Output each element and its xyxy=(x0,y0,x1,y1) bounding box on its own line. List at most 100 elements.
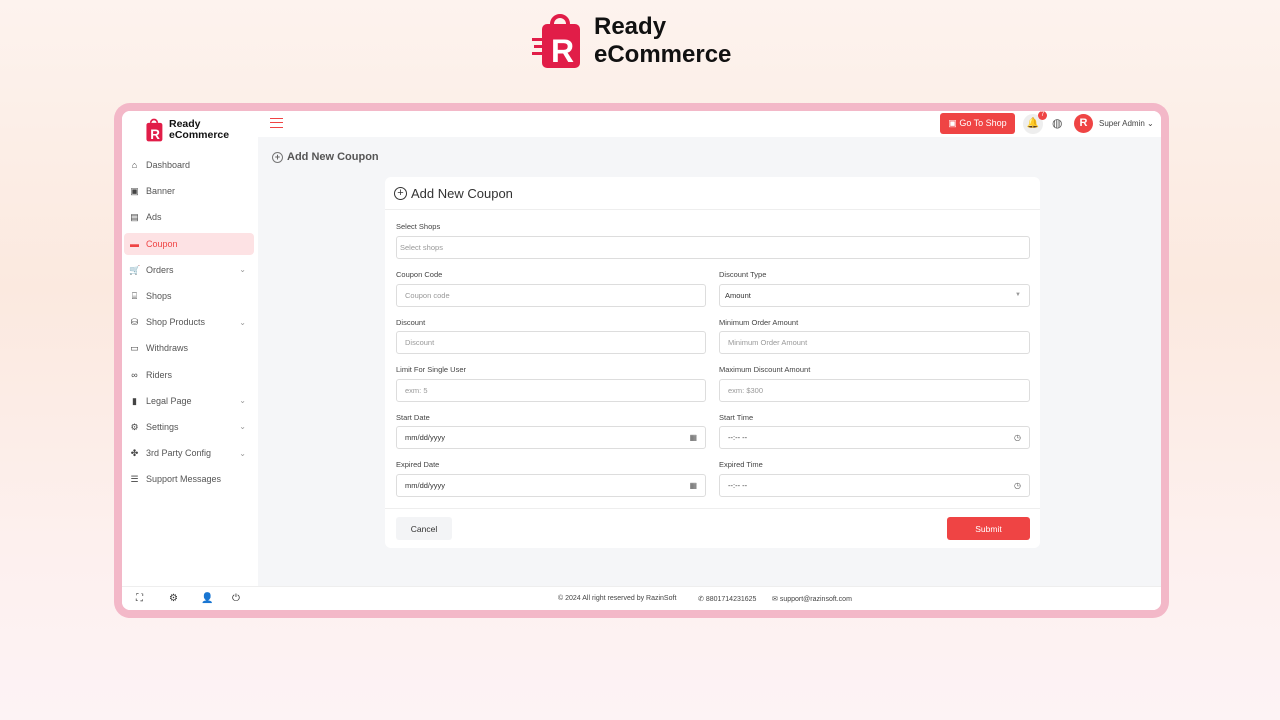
sidebar-item-3rd-party-config[interactable]: ✤ 3rd Party Config ⌄ xyxy=(124,442,254,464)
expired-time-input[interactable]: --:-- -- ◷ xyxy=(719,474,1030,497)
max-discount-label: Maximum Discount Amount xyxy=(719,365,810,374)
sidebar-item-label: Riders xyxy=(146,370,172,380)
ticket-icon: ▬ xyxy=(129,239,140,249)
min-order-input[interactable]: Minimum Order Amount xyxy=(719,331,1030,354)
logo-icon: R xyxy=(532,10,588,72)
sidebar-item-label: Legal Page xyxy=(146,396,192,406)
gear-icon[interactable]: ⚙ xyxy=(169,593,178,604)
phone-icon: ✆ xyxy=(698,596,704,603)
chevron-down-icon[interactable]: ⌄ xyxy=(239,449,246,458)
discount-type-label: Discount Type xyxy=(719,270,766,279)
expired-date-input[interactable]: mm/dd/yyyy ▦ xyxy=(396,474,706,497)
sidebar-item-riders[interactable]: ∞ Riders xyxy=(124,364,254,386)
cart-icon: 🛒 xyxy=(129,265,140,275)
page-title: + Add New Coupon xyxy=(272,151,379,163)
sidebar-item-ads[interactable]: ▤Ads xyxy=(124,206,254,228)
fullscreen-icon[interactable]: ⛶ xyxy=(136,593,143,604)
discount-input[interactable]: Discount xyxy=(396,331,706,354)
sidebar-item-label: Banner xyxy=(146,186,175,196)
coupon-code-label: Coupon Code xyxy=(396,270,442,279)
chevron-down-icon: ⌄ xyxy=(1147,119,1154,128)
notification-badge: 7 xyxy=(1038,111,1047,120)
sidebar-item-legal-page[interactable]: ▮ Legal Page ⌄ xyxy=(124,390,254,412)
chevron-down-icon[interactable]: ⌄ xyxy=(239,265,246,274)
gear-icon: ⚙ xyxy=(129,422,140,432)
home-icon: ⌂ xyxy=(129,160,140,170)
brand-line2: eCommerce xyxy=(594,41,731,69)
max-discount-input[interactable]: exm: $300 xyxy=(719,379,1030,402)
submit-button[interactable]: Submit xyxy=(947,517,1030,540)
sidebar-item-settings[interactable]: ⚙ Settings ⌄ xyxy=(124,416,254,438)
expired-time-label: Expired Time xyxy=(719,460,763,469)
start-time-input[interactable]: --:-- -- ◷ xyxy=(719,426,1030,449)
globe-icon[interactable]: ◍ xyxy=(1052,116,1062,130)
coupon-form-card: +Add New Coupon Select Shops Select shop… xyxy=(385,177,1040,548)
menu-toggle-icon[interactable] xyxy=(270,118,283,128)
start-time-value: --:-- -- xyxy=(728,433,747,442)
calendar-icon[interactable]: ▦ xyxy=(689,427,697,448)
svg-text:R: R xyxy=(150,127,160,142)
page-title-text: Add New Coupon xyxy=(287,151,379,163)
basket-icon: ⛁ xyxy=(129,317,140,327)
user-icon[interactable]: 👤 xyxy=(201,593,213,604)
notification-bell-icon[interactable]: 🔔7 xyxy=(1023,114,1043,134)
sidebar-item-label: Shop Products xyxy=(146,317,205,327)
avatar[interactable]: R xyxy=(1074,114,1093,133)
sidebar-item-label: Shops xyxy=(146,291,172,301)
image-icon: ▣ xyxy=(129,186,140,196)
power-icon[interactable]: ⏻ xyxy=(232,593,240,604)
sidebar-item-label: 3rd Party Config xyxy=(146,448,211,458)
select-shops-label: Select Shops xyxy=(396,222,440,231)
sidebar-item-shop-products[interactable]: ⛁ Shop Products ⌄ xyxy=(124,311,254,333)
clock-icon[interactable]: ◷ xyxy=(1014,427,1021,448)
user-name: Super Admin xyxy=(1099,119,1145,128)
brand-line1: Ready xyxy=(594,13,731,41)
main-content: + Add New Coupon +Add New Coupon Select S… xyxy=(258,137,1161,586)
bike-icon: ∞ xyxy=(129,370,140,380)
sidebar-item-dashboard[interactable]: ⌂Dashboard xyxy=(124,154,254,176)
cubes-icon: ✤ xyxy=(129,448,140,458)
chevron-down-icon[interactable]: ⌄ xyxy=(239,318,246,327)
select-shops-input[interactable]: Select shops xyxy=(396,236,1030,259)
plus-circle-icon: + xyxy=(394,187,407,200)
discount-type-select[interactable]: Amount▼ xyxy=(719,284,1030,307)
sidebar-item-label: Support Messages xyxy=(146,474,221,484)
user-menu[interactable]: Super Admin ⌄ xyxy=(1099,119,1154,128)
plus-circle-icon: + xyxy=(272,152,283,163)
coupon-code-input[interactable]: Coupon code xyxy=(396,284,706,307)
sidebar-item-shops[interactable]: ⌸ Shops xyxy=(124,285,254,307)
footer-email[interactable]: ✉ support@razinsoft.com xyxy=(772,595,852,603)
go-to-shop-label: Go To Shop xyxy=(959,118,1006,128)
expired-date-label: Expired Date xyxy=(396,460,439,469)
chevron-down-icon[interactable]: ⌄ xyxy=(239,422,246,431)
brand-logo: R ReadyeCommerce xyxy=(532,10,731,72)
sidebar-logo[interactable]: R ReadyeCommerce xyxy=(142,117,229,143)
sidebar-item-coupon[interactable]: ▬ Coupon xyxy=(124,233,254,255)
calendar-icon[interactable]: ▦ xyxy=(689,475,697,496)
sidebar-item-label: Settings xyxy=(146,422,179,432)
limit-user-input[interactable]: exm: 5 xyxy=(396,379,706,402)
go-to-shop-button[interactable]: ▣ Go To Shop xyxy=(940,113,1015,134)
cancel-button[interactable]: Cancel xyxy=(396,517,452,540)
store-icon: ⌸ xyxy=(129,291,140,301)
mail-icon: ✉ xyxy=(772,596,778,603)
sidebar: R ReadyeCommerce ⌂Dashboard ▣ Banner ▤Ads ▬ C… xyxy=(122,111,258,586)
footer-phone: ✆ 8801714231625 xyxy=(698,595,756,603)
chevron-down-icon[interactable]: ⌄ xyxy=(239,396,246,405)
wallet-icon: ▭ xyxy=(129,343,140,353)
sidebar-item-label: Orders xyxy=(146,265,174,275)
images-icon: ▤ xyxy=(129,212,140,222)
start-time-label: Start Time xyxy=(719,413,753,422)
sidebar-item-banner[interactable]: ▣ Banner xyxy=(124,180,254,202)
sidebar-item-support-messages[interactable]: ☰Support Messages xyxy=(124,468,254,490)
card-header: +Add New Coupon xyxy=(385,177,1040,210)
sidebar-item-label: Withdraws xyxy=(146,343,188,353)
start-date-input[interactable]: mm/dd/yyyy▦ xyxy=(396,426,706,449)
sidebar-item-orders[interactable]: 🛒 Orders ⌄ xyxy=(124,259,254,281)
sidebar-item-withdraws[interactable]: ▭ Withdraws xyxy=(124,337,254,359)
expired-time-value: --:-- -- xyxy=(728,481,747,490)
expired-date-value: mm/dd/yyyy xyxy=(405,481,445,490)
bookmark-icon: ▮ xyxy=(129,396,140,406)
clock-icon[interactable]: ◷ xyxy=(1014,475,1021,496)
sidebar-item-label: Coupon xyxy=(146,239,178,249)
